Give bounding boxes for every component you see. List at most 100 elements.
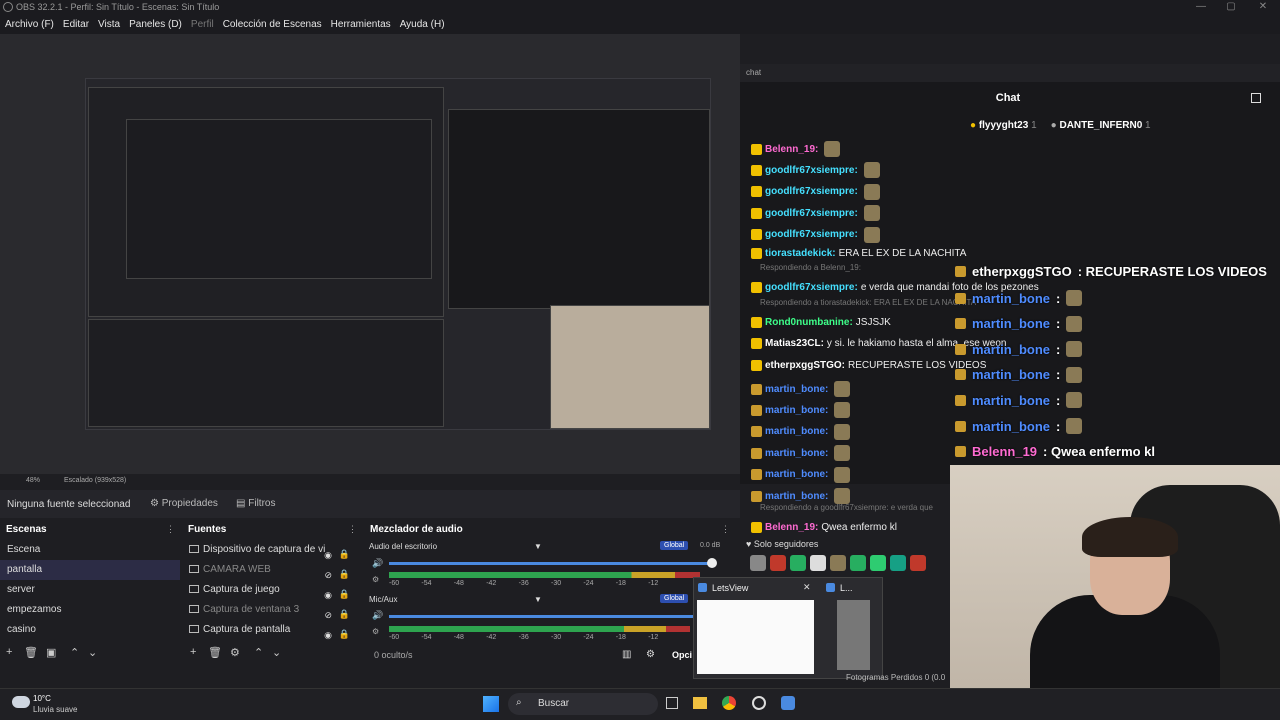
- window-title: OBS 32.2.1 - Perfil: Sin Título - Escena…: [16, 2, 220, 12]
- scene-item[interactable]: pantalla: [0, 560, 180, 580]
- speaker-icon[interactable]: 🔊: [372, 558, 383, 569]
- taskbar-search[interactable]: Buscar: [508, 693, 658, 715]
- source-settings-icon[interactable]: ⚙: [230, 646, 240, 659]
- sources-dock: Fuentes ⋮ Dispositivo de captura de vi ◉ 🔒…: [182, 520, 362, 665]
- chat-username[interactable]: martin_bone:: [765, 469, 828, 480]
- remove-source-icon[interactable]: 🗑: [208, 646, 222, 659]
- emote-icon: [834, 423, 851, 440]
- obs-taskbar-icon[interactable]: [752, 696, 766, 710]
- badge-icon: [751, 447, 762, 459]
- volume-slider[interactable]: [389, 615, 709, 618]
- menu-archivo[interactable]: Archivo (F): [5, 19, 54, 30]
- letsview-taskbar-icon[interactable]: [781, 696, 795, 710]
- chat-username[interactable]: Rond0numbanine:: [765, 317, 853, 328]
- taskbar-preview-popup[interactable]: LetsView ✕ L...: [693, 577, 883, 679]
- maximize-icon[interactable]: ▢: [1216, 0, 1246, 14]
- source-item[interactable]: Captura de pantalla ◉ 🔒: [182, 620, 362, 640]
- close-icon[interactable]: ✕: [1248, 0, 1278, 14]
- chat-username[interactable]: goodlfr67xsiempre:: [765, 165, 858, 176]
- chat-message: etherpxggSTGO: RECUPERASTE LOS VIDEOS: [751, 359, 986, 371]
- chat-username[interactable]: goodlfr67xsiempre:: [765, 282, 858, 293]
- badge-icon: [751, 229, 762, 241]
- file-explorer-icon[interactable]: [693, 697, 707, 709]
- add-scene-icon[interactable]: +: [6, 646, 12, 658]
- remove-scene-icon[interactable]: 🗑: [24, 646, 38, 659]
- chat-username[interactable]: tiorastadekick:: [765, 248, 836, 259]
- add-source-icon[interactable]: +: [190, 646, 196, 658]
- source-item[interactable]: CAMARA WEB ⊘ 🔒: [182, 560, 362, 580]
- move-down-icon[interactable]: ⌄: [272, 646, 281, 659]
- audio-mixer-dock: Mezclador de audio ⋮ Audio del escritori…: [364, 520, 740, 665]
- chat-username[interactable]: martin_bone:: [765, 491, 828, 502]
- chat-username[interactable]: martin_bone:: [765, 448, 828, 459]
- volume-knob[interactable]: [707, 558, 717, 568]
- menu-paneles[interactable]: Paneles (D): [129, 19, 182, 30]
- emote-icon: [1066, 366, 1083, 383]
- task-view-icon[interactable]: [666, 697, 678, 709]
- source-item[interactable]: Captura de juego ◉ 🔒: [182, 580, 362, 600]
- move-up-icon[interactable]: ⌃: [70, 646, 79, 659]
- properties-button[interactable]: ⚙ Propiedades: [150, 498, 218, 509]
- dock-menu-icon[interactable]: ⋮: [721, 524, 730, 535]
- filters-button[interactable]: ▤ Filtros: [236, 498, 275, 509]
- chat-username[interactable]: etherpxggSTGO:: [765, 360, 845, 371]
- menu-ayuda[interactable]: Ayuda (H): [400, 19, 445, 30]
- users-icon[interactable]: [1251, 93, 1261, 103]
- top-users: ● flyyyght23 1 ● DANTE_INFERN0 1: [970, 120, 1151, 131]
- move-up-icon[interactable]: ⌃: [254, 646, 263, 659]
- scene-item[interactable]: Escena: [0, 540, 180, 560]
- popup-thumbnail-2[interactable]: [837, 600, 870, 670]
- chat-message: goodlfr67xsiempre:: [751, 183, 880, 200]
- badge-icon: [751, 316, 762, 328]
- camera-icon: [189, 565, 199, 574]
- scene-item[interactable]: server: [0, 580, 180, 600]
- weather-temp: 10°C: [33, 694, 51, 703]
- advanced-audio-icon[interactable]: ⚙: [646, 649, 655, 660]
- speaker-icon[interactable]: 🔊: [372, 610, 383, 621]
- menu-perfil[interactable]: Perfil: [191, 19, 214, 30]
- layout-toggle-icon[interactable]: ▥: [622, 649, 631, 660]
- chevron-down-icon[interactable]: ▼: [534, 542, 542, 551]
- chat-username[interactable]: Belenn_19:: [765, 522, 818, 533]
- chat-username[interactable]: martin_bone:: [765, 405, 828, 416]
- lock-icon[interactable]: 🔒: [339, 624, 350, 644]
- preview-canvas[interactable]: [85, 78, 711, 430]
- chat-username[interactable]: martin_bone:: [765, 384, 828, 395]
- chat-username[interactable]: goodlfr67xsiempre:: [765, 208, 858, 219]
- dock-menu-icon[interactable]: ⋮: [166, 524, 175, 535]
- chat-username[interactable]: martin_bone:: [765, 426, 828, 437]
- menu-herramientas[interactable]: Herramientas: [331, 19, 391, 30]
- windows-start-icon[interactable]: [483, 696, 499, 712]
- eye-icon[interactable]: ◉: [324, 625, 332, 645]
- chat-username[interactable]: goodlfr67xsiempre:: [765, 186, 858, 197]
- menu-bar: Archivo (F) Editar Vista Paneles (D) Per…: [0, 14, 1280, 34]
- menu-vista[interactable]: Vista: [98, 19, 120, 30]
- overlay-text: :: [1056, 367, 1061, 383]
- menu-coleccion-escenas[interactable]: Colección de Escenas: [223, 19, 322, 30]
- volume-slider[interactable]: [389, 562, 713, 565]
- move-down-icon[interactable]: ⌄: [88, 646, 97, 659]
- scene-item[interactable]: empezamos: [0, 600, 180, 620]
- close-icon[interactable]: ✕: [803, 582, 811, 593]
- source-item[interactable]: Dispositivo de captura de vi ◉ 🔒: [182, 540, 362, 560]
- chrome-icon[interactable]: [722, 696, 736, 710]
- scene-item[interactable]: casino: [0, 620, 180, 640]
- scene-filters-icon[interactable]: ▣: [46, 646, 56, 659]
- chat-username[interactable]: Belenn_19:: [765, 144, 818, 155]
- popup-thumbnail[interactable]: [697, 600, 814, 674]
- chat-title: Chat: [995, 92, 1021, 104]
- mixer-settings-icon[interactable]: ⚙: [372, 575, 379, 584]
- options-button[interactable]: Opci: [672, 650, 692, 660]
- menu-editar[interactable]: Editar: [63, 19, 89, 30]
- minimize-icon[interactable]: —: [1186, 0, 1216, 14]
- meter-tick-label: -60: [389, 580, 400, 587]
- top-user-1[interactable]: ● flyyyght23 1: [970, 120, 1037, 131]
- top-user-2[interactable]: ● DANTE_INFERN0 1: [1051, 120, 1151, 131]
- chat-username[interactable]: goodlfr67xsiempre:: [765, 229, 858, 240]
- dock-menu-icon[interactable]: ⋮: [348, 524, 357, 535]
- emote-bar[interactable]: [750, 555, 930, 571]
- source-item[interactable]: Captura de ventana 3 ⊘ 🔒: [182, 600, 362, 620]
- chevron-down-icon[interactable]: ▼: [534, 595, 542, 604]
- mixer-settings-icon[interactable]: ⚙: [372, 627, 379, 636]
- chat-username[interactable]: Matias23CL:: [765, 338, 824, 349]
